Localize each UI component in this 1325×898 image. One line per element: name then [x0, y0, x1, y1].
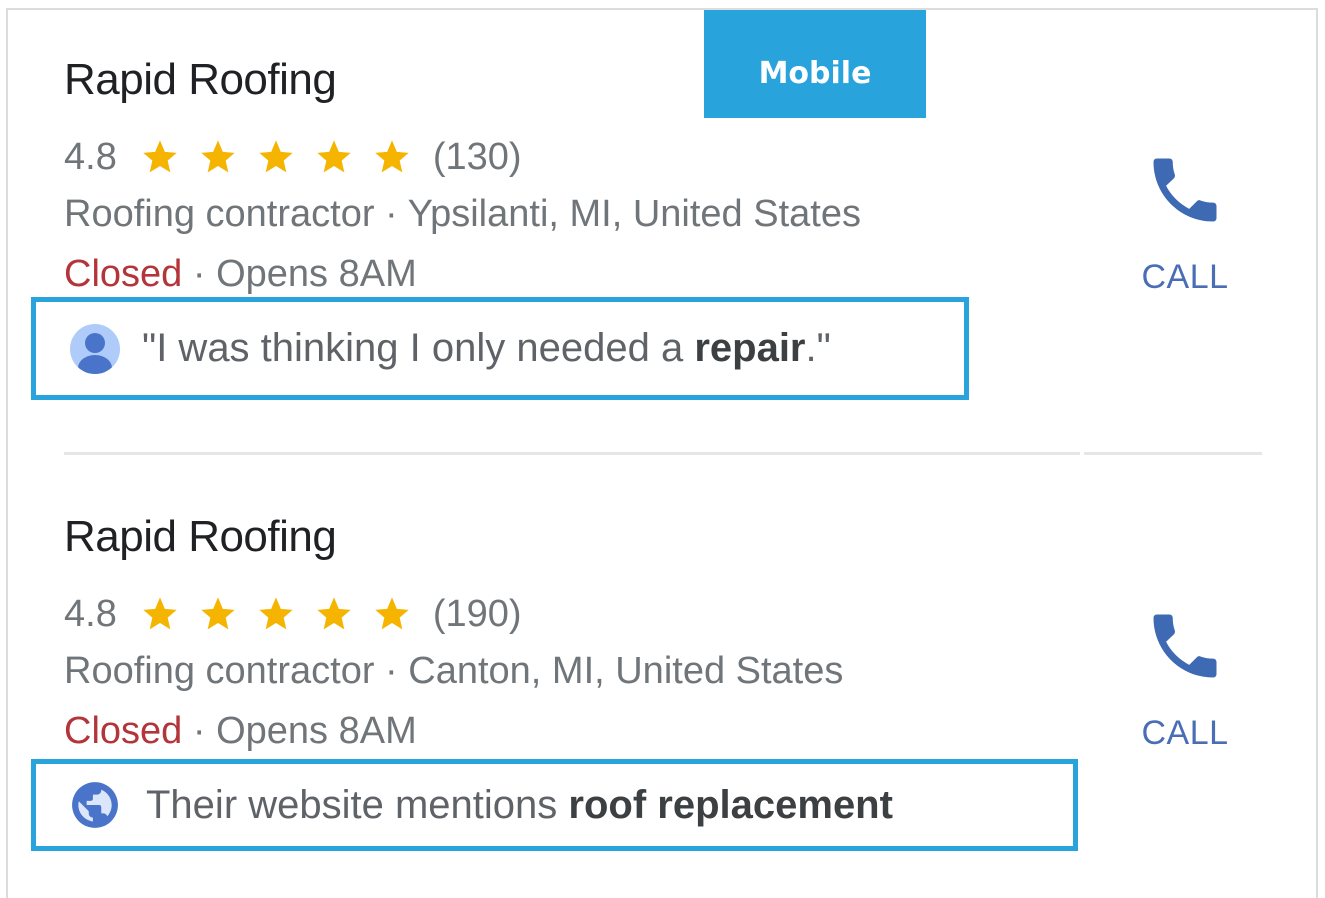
website-snippet: Their website mentions roof replacement: [146, 783, 893, 828]
status-closed: Closed: [64, 710, 183, 752]
star-icon: [201, 140, 235, 173]
snippet-keyword: roof replacement: [568, 782, 893, 827]
call-button[interactable]: CALL: [1140, 148, 1230, 297]
business-name[interactable]: Rapid Roofing: [64, 512, 337, 562]
status-closed: Closed: [64, 253, 183, 295]
rating-row: 4.8 (130): [64, 135, 522, 179]
rating-value: 4.8: [64, 592, 117, 635]
category-location: Roofing contractor · Canton, MI, United …: [64, 650, 844, 692]
star-icon: [317, 597, 351, 630]
star-icon: [259, 140, 293, 173]
star-icon: [143, 597, 177, 630]
call-label[interactable]: CALL: [1140, 258, 1230, 297]
star-icon: [201, 597, 235, 630]
person-avatar-icon: [70, 323, 120, 374]
snippet-suffix: .": [805, 326, 831, 370]
review-snippet-highlight: "I was thinking I only needed a repair.": [31, 297, 969, 400]
star-rating: [133, 137, 419, 177]
review-count[interactable]: (190): [433, 593, 522, 636]
call-label[interactable]: CALL: [1140, 714, 1230, 753]
business-name[interactable]: Rapid Roofing: [64, 55, 337, 105]
star-icon: [317, 140, 351, 173]
snippet-prefix: Their website mentions: [146, 782, 569, 827]
star-icon: [143, 140, 177, 173]
review-snippet: "I was thinking I only needed a repair.": [142, 326, 831, 371]
opening-hours: · Opens 8AM: [182, 710, 417, 752]
hours-line: Closed · Opens 8AM: [64, 710, 417, 753]
website-snippet-highlight: Their website mentions roof replacement: [31, 759, 1078, 851]
review-count[interactable]: (130): [433, 136, 522, 179]
snippet-keyword: repair: [694, 326, 806, 370]
star-icon: [375, 597, 409, 630]
globe-icon: [72, 782, 118, 828]
star-rating: [133, 594, 419, 634]
snippet-prefix: "I was thinking I only needed a: [142, 326, 695, 370]
category-location: Roofing contractor · Ypsilanti, MI, Unit…: [64, 193, 861, 235]
star-icon: [259, 597, 293, 630]
call-button[interactable]: CALL: [1140, 604, 1230, 753]
phone-icon: [1153, 614, 1217, 678]
rating-value: 4.8: [64, 135, 117, 178]
mobile-badge: Mobile: [704, 10, 926, 118]
phone-icon: [1153, 158, 1217, 222]
rating-row: 4.8 (190): [64, 592, 522, 636]
hours-line: Closed · Opens 8AM: [64, 253, 417, 296]
opening-hours: · Opens 8AM: [182, 253, 417, 295]
star-icon: [375, 140, 409, 173]
